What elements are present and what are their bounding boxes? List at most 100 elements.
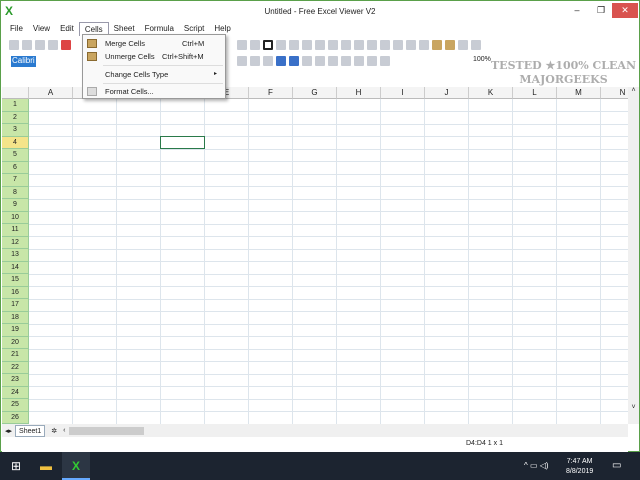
- left-border-icon[interactable]: [380, 40, 390, 50]
- row-header-21[interactable]: 21: [2, 349, 29, 362]
- row-header-7[interactable]: 7: [2, 174, 29, 187]
- menu-edit[interactable]: Edit: [55, 22, 79, 36]
- row-header-13[interactable]: 13: [2, 249, 29, 262]
- diagonal-down-icon[interactable]: [419, 40, 429, 50]
- vertical-border-icon[interactable]: [341, 40, 351, 50]
- new-icon[interactable]: [9, 40, 19, 50]
- freeze-icon[interactable]: [471, 40, 481, 50]
- column-header-J[interactable]: J: [425, 87, 469, 99]
- font-shrink-icon[interactable]: [289, 56, 299, 66]
- top-border-icon[interactable]: [354, 40, 364, 50]
- row-header-18[interactable]: 18: [2, 311, 29, 324]
- selected-cell[interactable]: [160, 136, 205, 149]
- horizontal-border-icon[interactable]: [328, 40, 338, 50]
- row-header-20[interactable]: 20: [2, 336, 29, 349]
- bottom-border-icon[interactable]: [367, 40, 377, 50]
- inner-border-icon[interactable]: [289, 40, 299, 50]
- zoom-select[interactable]: 100%: [473, 56, 491, 63]
- row-header-22[interactable]: 22: [2, 361, 29, 374]
- row-header-14[interactable]: 14: [2, 261, 29, 274]
- border-icon[interactable]: [276, 40, 286, 50]
- row-header-19[interactable]: 19: [2, 324, 29, 337]
- column-header-N[interactable]: N: [601, 87, 628, 99]
- row-header-10[interactable]: 10: [2, 211, 29, 224]
- align-left-icon[interactable]: [302, 56, 312, 66]
- column-header-M[interactable]: M: [557, 87, 601, 99]
- pdf-icon[interactable]: [61, 40, 71, 50]
- start-icon[interactable]: ⊞: [2, 452, 30, 480]
- align-center-icon[interactable]: [315, 56, 325, 66]
- menu-item-format-cells[interactable]: Format Cells...: [83, 85, 225, 98]
- diagonal-up-icon[interactable]: [406, 40, 416, 50]
- highlight-icon[interactable]: [250, 56, 260, 66]
- merge-icon[interactable]: [432, 40, 442, 50]
- all-borders-icon[interactable]: [302, 40, 312, 50]
- tab-prev-icon[interactable]: ◂▸: [2, 427, 15, 435]
- menu-view[interactable]: View: [28, 22, 55, 36]
- font-color-icon[interactable]: [237, 56, 247, 66]
- print-icon[interactable]: [48, 40, 58, 50]
- column-header-G[interactable]: G: [293, 87, 337, 99]
- row-header-17[interactable]: 17: [2, 299, 29, 312]
- row-header-12[interactable]: 12: [2, 236, 29, 249]
- outside-border-icon[interactable]: [315, 40, 325, 50]
- add-sheet-icon[interactable]: ✲: [45, 427, 63, 435]
- font-name-input[interactable]: Calibri: [11, 56, 36, 67]
- align-right-icon[interactable]: [328, 56, 338, 66]
- redo-icon[interactable]: [250, 40, 260, 50]
- notifications-icon[interactable]: ▭: [612, 460, 621, 471]
- row-header-3[interactable]: 3: [2, 124, 29, 137]
- menu-item-merge-cells[interactable]: Merge Cells Ctrl+M: [83, 37, 225, 50]
- row-header-11[interactable]: 11: [2, 224, 29, 237]
- row-header-9[interactable]: 9: [2, 199, 29, 212]
- horizontal-scrollbar[interactable]: [69, 426, 145, 435]
- menu-file[interactable]: File: [5, 22, 28, 36]
- valign-bottom-icon[interactable]: [380, 56, 390, 66]
- unmerge-icon[interactable]: [445, 40, 455, 50]
- save-icon[interactable]: [35, 40, 45, 50]
- close-button[interactable]: ✕: [612, 3, 638, 18]
- row-header-1[interactable]: 1: [2, 99, 29, 112]
- select-all-corner[interactable]: [2, 87, 29, 99]
- file-explorer-icon[interactable]: ▬: [32, 452, 60, 480]
- excel-viewer-taskbar-icon[interactable]: X: [62, 452, 90, 480]
- menu-item-change-cells-type[interactable]: Change Cells Type ▸: [83, 68, 225, 81]
- row-header-8[interactable]: 8: [2, 186, 29, 199]
- column-header-L[interactable]: L: [513, 87, 557, 99]
- row-header-25[interactable]: 25: [2, 399, 29, 412]
- column-header-K[interactable]: K: [469, 87, 513, 99]
- open-icon[interactable]: [22, 40, 32, 50]
- wrap-icon[interactable]: [341, 56, 351, 66]
- vertical-scrollbar[interactable]: ˄ ˅: [628, 87, 639, 424]
- font-grow-icon[interactable]: [276, 56, 286, 66]
- menu-item-unmerge-cells[interactable]: Unmerge Cells Ctrl+Shift+M: [83, 50, 225, 63]
- row-header-26[interactable]: 26: [2, 411, 29, 424]
- row-header-24[interactable]: 24: [2, 386, 29, 399]
- row-header-2[interactable]: 2: [2, 111, 29, 124]
- row-header-4[interactable]: 4: [2, 136, 29, 149]
- valign-top-icon[interactable]: [354, 56, 364, 66]
- row-header-16[interactable]: 16: [2, 286, 29, 299]
- gridline: [29, 311, 628, 312]
- minimize-button[interactable]: ‒: [564, 3, 590, 18]
- cell-color-icon[interactable]: [263, 56, 273, 66]
- scroll-left-icon[interactable]: ‹: [63, 427, 65, 434]
- row-header-5[interactable]: 5: [2, 149, 29, 162]
- row-header-15[interactable]: 15: [2, 274, 29, 287]
- spreadsheet-grid[interactable]: ABCDEFGHIJKLMN12345678910111213141516171…: [2, 87, 628, 424]
- right-border-icon[interactable]: [393, 40, 403, 50]
- border-color-icon[interactable]: [263, 40, 273, 50]
- column-header-I[interactable]: I: [381, 87, 425, 99]
- valign-middle-icon[interactable]: [367, 56, 377, 66]
- sheet-tab[interactable]: Sheet1: [15, 424, 46, 437]
- column-header-H[interactable]: H: [337, 87, 381, 99]
- restore-button[interactable]: ❐: [588, 3, 614, 18]
- tray-icons[interactable]: ^ ▭ ◁): [524, 461, 549, 470]
- fill-color-icon[interactable]: [458, 40, 468, 50]
- column-header-A[interactable]: A: [29, 87, 73, 99]
- row-header-6[interactable]: 6: [2, 161, 29, 174]
- undo-icon[interactable]: [237, 40, 247, 50]
- column-header-F[interactable]: F: [249, 87, 293, 99]
- clock[interactable]: 7:47 AM 8/8/2019: [566, 457, 593, 477]
- row-header-23[interactable]: 23: [2, 374, 29, 387]
